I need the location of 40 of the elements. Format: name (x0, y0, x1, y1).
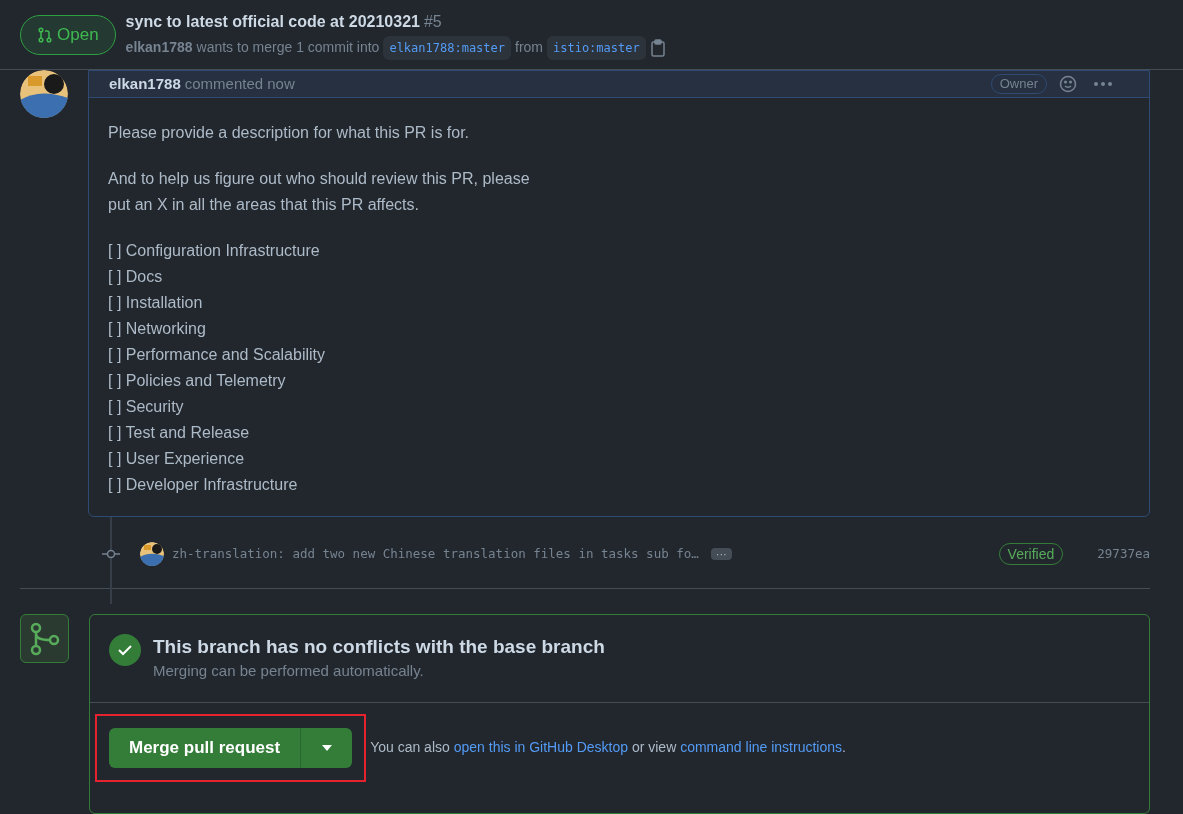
author-link[interactable]: elkan1788 (125, 37, 193, 58)
comment-paragraph: Please provide a description for what this PR is for. (108, 123, 471, 143)
checklist-line: [ ] Docs (108, 267, 164, 287)
checklist-line: [ ] Performance and Scalability (108, 345, 326, 365)
from-text: from (515, 38, 543, 57)
merge-help-text: You can also open this in GitHub Desktop or view command line instructions. (370, 738, 846, 757)
caret-icon (321, 744, 332, 751)
merge-status-subtitle: Merging can be performed automatically. (153, 661, 425, 681)
pull-request-icon (37, 26, 53, 43)
avatar (20, 70, 68, 118)
checklist-line: [ ] Security (108, 397, 185, 417)
github-desktop-link[interactable]: open this in GitHub Desktop (453, 739, 629, 755)
comment-time: commented now (184, 73, 295, 94)
pr-title: sync to latest official code at 20210321 (125, 11, 420, 32)
checklist-line: [ ] User Experience (108, 449, 246, 469)
open-status-badge: Open (20, 14, 116, 55)
comment-author[interactable]: elkan1788 (109, 72, 181, 96)
merge-description: wants to merge 1 commit into (196, 38, 380, 57)
merge-options-button[interactable] (301, 727, 353, 768)
smiley-icon[interactable] (1059, 75, 1077, 93)
check-circle-icon (109, 634, 141, 666)
expand-button[interactable]: ··· (710, 548, 732, 561)
checklist-line: [ ] Developer Infrastructure (108, 475, 299, 495)
commit-message[interactable]: zh-translation: add two new Chinese translation files in tasks sub fo… (172, 544, 699, 564)
avatar (140, 542, 164, 567)
merge-status-title: This branch has no conflicts with the base branch (153, 635, 605, 659)
commit-node-icon (102, 549, 120, 560)
checklist-line: [ ] Policies and Telemetry (108, 371, 287, 391)
commit-sha[interactable]: 29737ea (1097, 544, 1150, 564)
comment-paragraph: And to help us figure out who should review this PR, please put an X in all the areas that this PR affects. (108, 169, 531, 215)
pr-number: #5 (423, 11, 442, 32)
checklist-line: [ ] Test and Release (108, 423, 251, 443)
clipboard-icon[interactable] (649, 38, 666, 57)
checklist-line: [ ] Configuration Infrastructure (108, 241, 321, 261)
merge-button[interactable]: Merge pull request (109, 727, 302, 768)
checklist-line: [ ] Networking (108, 319, 207, 339)
branch-label[interactable]: elkan1788:master (383, 35, 511, 60)
more-options-icon[interactable] (1093, 81, 1113, 87)
branch-label[interactable]: istio:master (547, 35, 646, 60)
checklist-line: [ ] Installation (108, 293, 204, 313)
